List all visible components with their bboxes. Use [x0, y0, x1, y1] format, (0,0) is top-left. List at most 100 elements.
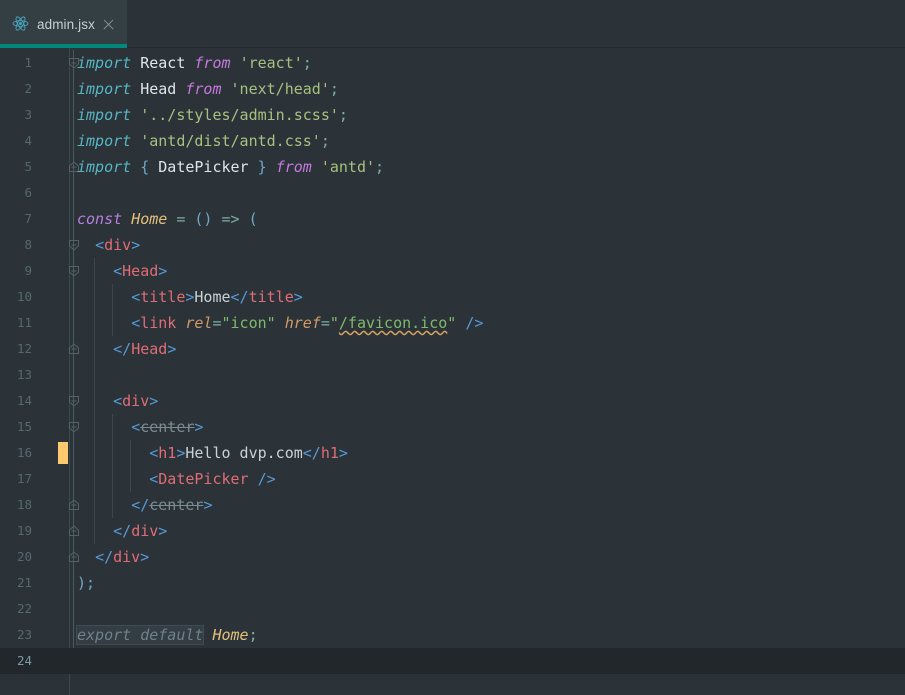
- code-line-row[interactable]: 24: [0, 648, 905, 674]
- line-number: 13: [16, 367, 32, 382]
- line-number: 3: [24, 107, 32, 122]
- code-token: rel: [185, 314, 213, 332]
- code-line-row[interactable]: 23 export default Home;: [0, 622, 905, 648]
- code-line-row[interactable]: 4 import 'antd/dist/antd.css';: [0, 128, 905, 154]
- code-token: />: [257, 470, 276, 488]
- line-number: 6: [24, 185, 32, 200]
- code-text[interactable]: <div>: [77, 388, 158, 414]
- code-token: from: [185, 80, 222, 98]
- code-text[interactable]: import '../styles/admin.scss';: [77, 102, 348, 128]
- code-text[interactable]: import { DatePicker } from 'antd';: [77, 154, 384, 180]
- code-token: <: [113, 392, 123, 410]
- close-icon[interactable]: [102, 18, 115, 31]
- code-text[interactable]: </div>: [77, 544, 149, 570]
- code-token: div: [122, 392, 150, 410]
- code-line-row[interactable]: 18 </center>: [0, 492, 905, 518]
- code-token: <: [149, 444, 159, 462]
- code-token: import: [77, 54, 132, 72]
- code-token: }: [257, 158, 267, 176]
- code-text[interactable]: </Head>: [77, 336, 176, 362]
- code-token: ;: [375, 158, 385, 176]
- code-token: div: [104, 236, 132, 254]
- code-text[interactable]: </center>: [77, 492, 212, 518]
- code-text[interactable]: <div>: [77, 232, 140, 258]
- code-line-row[interactable]: 19 </div>: [0, 518, 905, 544]
- code-token: '../styles/admin.scss': [140, 106, 339, 124]
- code-token: );: [77, 574, 96, 592]
- code-text[interactable]: const Home = () => (: [77, 206, 258, 232]
- line-number: 9: [24, 263, 32, 278]
- code-line-row[interactable]: 8 <div>: [0, 232, 905, 258]
- code-token: Head: [122, 262, 159, 280]
- line-number: 8: [24, 237, 32, 252]
- code-line-row[interactable]: 3 import '../styles/admin.scss';: [0, 102, 905, 128]
- code-line-row[interactable]: 9 <Head>: [0, 258, 905, 284]
- code-line-row[interactable]: 5 import { DatePicker } from 'antd';: [0, 154, 905, 180]
- code-line-row[interactable]: 2 import Head from 'next/head';: [0, 76, 905, 102]
- line-number: 5: [24, 159, 32, 174]
- code-token: ;: [302, 54, 312, 72]
- line-number: 20: [16, 549, 32, 564]
- code-line-row[interactable]: 17 <DatePicker />: [0, 466, 905, 492]
- code-token: </: [113, 522, 132, 540]
- code-line-row[interactable]: 6: [0, 180, 905, 206]
- code-token: <: [95, 236, 105, 254]
- code-token: >: [149, 392, 159, 410]
- code-line-row[interactable]: 21);: [0, 570, 905, 596]
- code-text[interactable]: <h1>Hello dvp.com</h1>: [77, 440, 348, 466]
- tab-admin-jsx[interactable]: admin.jsx: [0, 0, 127, 48]
- code-text[interactable]: <link rel="icon" href="/favicon.ico" />: [77, 310, 483, 336]
- code-text[interactable]: import Head from 'next/head';: [77, 76, 339, 102]
- code-token: import: [77, 106, 132, 124]
- code-text[interactable]: export default Home;: [75, 622, 258, 648]
- code-line-row[interactable]: 7 const Home = () => (: [0, 206, 905, 232]
- code-text[interactable]: );: [77, 570, 95, 596]
- line-number: 19: [16, 523, 32, 538]
- modified-line-marker[interactable]: [58, 442, 68, 464]
- code-text[interactable]: <center>: [77, 414, 203, 440]
- code-line-row[interactable]: 20 </div>: [0, 544, 905, 570]
- code-line-row[interactable]: 13: [0, 362, 905, 388]
- code-line-row[interactable]: 16 <h1>Hello dvp.com</h1>: [0, 440, 905, 466]
- code-text[interactable]: <title>Home</title>: [77, 284, 303, 310]
- code-token: <: [113, 262, 123, 280]
- code-token: import: [77, 132, 132, 150]
- line-number: 16: [16, 445, 32, 460]
- code-text[interactable]: <DatePicker />: [77, 466, 276, 492]
- code-token: ": [329, 314, 339, 332]
- code-line-row[interactable]: 1 import React from 'react';: [0, 50, 905, 76]
- code-line-row[interactable]: 22: [0, 596, 905, 622]
- code-token: ;: [320, 132, 330, 150]
- code-token: DatePicker: [158, 158, 249, 176]
- code-editor[interactable]: 1 import React from 'react'; 2 import Head …: [0, 48, 905, 695]
- line-number: 21: [16, 575, 32, 590]
- code-text[interactable]: <Head>: [77, 258, 167, 284]
- code-line-row[interactable]: 10 <title>Home</title>: [0, 284, 905, 310]
- code-line-row[interactable]: 11 <link rel="icon" href="/favicon.ico" …: [0, 310, 905, 336]
- code-text[interactable]: import 'antd/dist/antd.css';: [77, 128, 330, 154]
- line-number: 14: [16, 393, 32, 408]
- line-number: 12: [16, 341, 32, 356]
- code-line-row[interactable]: 15 <center>: [0, 414, 905, 440]
- code-token: >: [131, 236, 141, 254]
- code-text[interactable]: import React from 'react';: [77, 50, 312, 76]
- code-text[interactable]: </div>: [77, 518, 167, 544]
- code-token: Head: [140, 80, 177, 98]
- line-number: 10: [16, 289, 32, 304]
- code-token: 'next/head': [230, 80, 330, 98]
- code-token: ;: [329, 80, 339, 98]
- code-token: Hello dvp.com: [185, 444, 303, 462]
- code-line-row[interactable]: 14 <div>: [0, 388, 905, 414]
- code-line-row[interactable]: 12 </Head>: [0, 336, 905, 362]
